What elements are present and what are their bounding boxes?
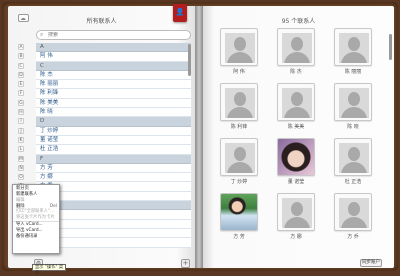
contact-photo <box>278 139 314 175</box>
contact-row[interactable]: 方 娜 <box>36 173 191 183</box>
index-letter[interactable]: D <box>17 71 25 80</box>
contact-row[interactable]: 阿 伟 <box>36 52 191 62</box>
contact-name: 丁 炒婷 <box>230 179 248 185</box>
index-letter[interactable]: F <box>17 89 25 98</box>
contact-photo <box>221 194 257 230</box>
book-spine <box>195 6 203 268</box>
section-header: C <box>36 61 191 71</box>
contact-name: 陈 美美 <box>287 124 305 130</box>
index-letter[interactable]: G <box>17 99 25 108</box>
sync-account-button[interactable]: 同步账户 <box>360 259 382 267</box>
contact-name: 陈 晓 <box>347 124 359 130</box>
person-placeholder-icon <box>225 88 255 118</box>
index-letter[interactable]: O <box>17 173 25 182</box>
index-letter[interactable]: J <box>17 127 25 136</box>
section-header: D <box>36 117 191 127</box>
contact-card[interactable]: 方 芳 <box>219 193 259 240</box>
contact-card[interactable]: 方 娜 <box>276 193 316 240</box>
avatar <box>277 138 315 176</box>
index-letter[interactable]: I <box>17 117 25 126</box>
avatar <box>220 138 258 176</box>
address-book-window: ☁ 所有联系人 👤 ⌕ ABCDEFGHIJKLMNOPQRSTU A阿 伟C陈… <box>2 2 398 276</box>
contact-name: 陈 丽丽 <box>344 69 362 75</box>
contact-name: 阿 伟 <box>233 69 245 75</box>
avatar <box>334 193 372 231</box>
contact-card[interactable]: 方 乔 <box>333 193 373 240</box>
contact-row[interactable]: 陈 丽丽 <box>36 80 191 90</box>
contact-name: 陈 杰 <box>290 69 302 75</box>
contact-count-title: 95 个联系人 <box>281 18 316 25</box>
search-icon: ⌕ <box>40 31 44 38</box>
tooltip: 显示 "操作" 菜单 <box>32 264 66 276</box>
contact-name: 陈 利锋 <box>230 124 248 130</box>
person-placeholder-icon <box>282 198 312 228</box>
person-placeholder-icon <box>282 88 312 118</box>
avatar <box>277 193 315 231</box>
contact-card[interactable]: 陈 利锋 <box>219 83 259 130</box>
contact-card[interactable]: 阿 伟 <box>219 28 259 75</box>
person-placeholder-icon <box>339 88 369 118</box>
contact-name: 杜 正浩 <box>344 179 362 185</box>
contact-row[interactable]: 陈 美美 <box>36 98 191 109</box>
avatar <box>277 28 315 66</box>
menu-item[interactable]: 备份通讯录 <box>13 234 59 240</box>
person-placeholder-icon <box>225 33 255 63</box>
contact-row[interactable]: 陈 晓 <box>36 108 191 118</box>
page-title: 所有联系人 <box>86 18 117 25</box>
person-placeholder-icon <box>282 33 312 63</box>
contact-card[interactable]: 董 诺莹 <box>276 138 316 185</box>
avatar <box>334 83 372 121</box>
section-header: F <box>36 154 191 164</box>
person-placeholder-icon <box>225 143 255 173</box>
contact-row[interactable]: 陈 杰 <box>36 70 191 81</box>
contact-row[interactable]: 丁 炒婷 <box>36 126 191 136</box>
contact-name: 方 娜 <box>290 234 302 240</box>
avatar <box>220 193 258 231</box>
avatar <box>277 83 315 121</box>
index-letter[interactable]: C <box>17 62 25 71</box>
index-letter[interactable]: B <box>17 52 25 61</box>
search-input[interactable] <box>48 32 183 38</box>
search-field[interactable]: ⌕ <box>36 30 191 40</box>
contact-card[interactable]: 杜 正浩 <box>333 138 373 185</box>
person-placeholder-icon <box>339 33 369 63</box>
avatar <box>334 138 372 176</box>
person-placeholder-icon <box>339 198 369 228</box>
contact-card[interactable]: 陈 晓 <box>333 83 373 130</box>
contact-card[interactable]: 陈 杰 <box>276 28 316 75</box>
cards-scrollbar[interactable] <box>389 34 392 60</box>
list-scrollbar[interactable] <box>188 44 191 76</box>
index-letter[interactable]: M <box>17 155 25 164</box>
contact-card[interactable]: 丁 炒婷 <box>219 138 259 185</box>
contact-row[interactable]: 杜 正浩 <box>36 145 191 155</box>
contacts-tab-icon[interactable]: 👤 <box>173 4 187 22</box>
contact-name: 方 芳 <box>233 234 245 240</box>
contact-row[interactable]: 陈 利锋 <box>36 89 191 99</box>
contact-card[interactable]: 陈 丽丽 <box>333 28 373 75</box>
contact-name: 董 诺莹 <box>287 179 305 185</box>
right-page: 95 个联系人 阿 伟 陈 杰 陈 丽丽陈 利锋 陈 美美 陈 晓丁 炒婷 董 诺莹 杜 正… <box>203 6 394 268</box>
contact-row[interactable]: 方 芳 <box>36 163 191 174</box>
index-letter[interactable]: E <box>17 80 25 89</box>
contact-card[interactable]: 陈 美美 <box>276 83 316 130</box>
avatar <box>220 83 258 121</box>
avatar <box>334 28 372 66</box>
add-contact-button[interactable]: + <box>181 259 190 268</box>
contact-row[interactable]: 董 诺莹 <box>36 135 191 146</box>
index-letter[interactable]: K <box>17 136 25 145</box>
avatar <box>220 28 258 66</box>
index-letter[interactable]: L <box>17 145 25 154</box>
section-header: A <box>36 43 191 53</box>
index-letter[interactable]: H <box>17 108 25 117</box>
contact-name: 方 乔 <box>347 234 359 240</box>
actions-context-menu: 新分页 新建联系人 编辑 删除 Del 打印"全部联系人"... 将这张卡片作为卡片 导入 v… <box>12 184 60 254</box>
index-letter[interactable]: A <box>17 43 25 52</box>
person-placeholder-icon <box>339 143 369 173</box>
index-letter[interactable]: N <box>17 164 25 173</box>
menu-item: 将这张卡片作为卡片 <box>16 215 55 221</box>
